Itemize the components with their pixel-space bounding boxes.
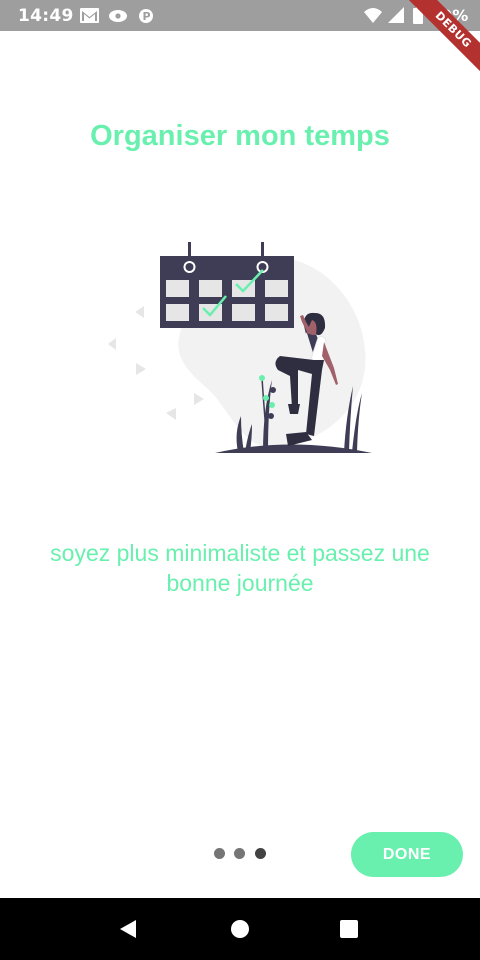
svg-text:P: P [143,10,151,23]
p-icon: P [139,9,153,23]
home-icon[interactable] [210,898,270,960]
done-button[interactable]: DONE [351,832,463,877]
wifi-icon [364,8,382,23]
cast-icon [109,10,127,22]
recents-icon[interactable] [320,898,380,960]
navigation-bar [0,898,480,960]
description-text: soyez plus minimaliste et passez une bon… [50,540,430,596]
signal-icon [388,7,404,23]
page-dot[interactable] [214,848,225,859]
gmail-icon [80,8,99,23]
status-bar: 14:49 P 99% [0,0,480,31]
calendar-icon [160,242,294,328]
page-dot-active[interactable] [255,848,266,859]
back-icon[interactable] [98,898,158,960]
status-time: 14:49 [18,6,74,26]
page-dot[interactable] [234,848,245,859]
status-notification-icons: P [80,8,153,23]
calendar-illustration [108,242,372,453]
page-title: Organiser mon temps [90,120,390,152]
